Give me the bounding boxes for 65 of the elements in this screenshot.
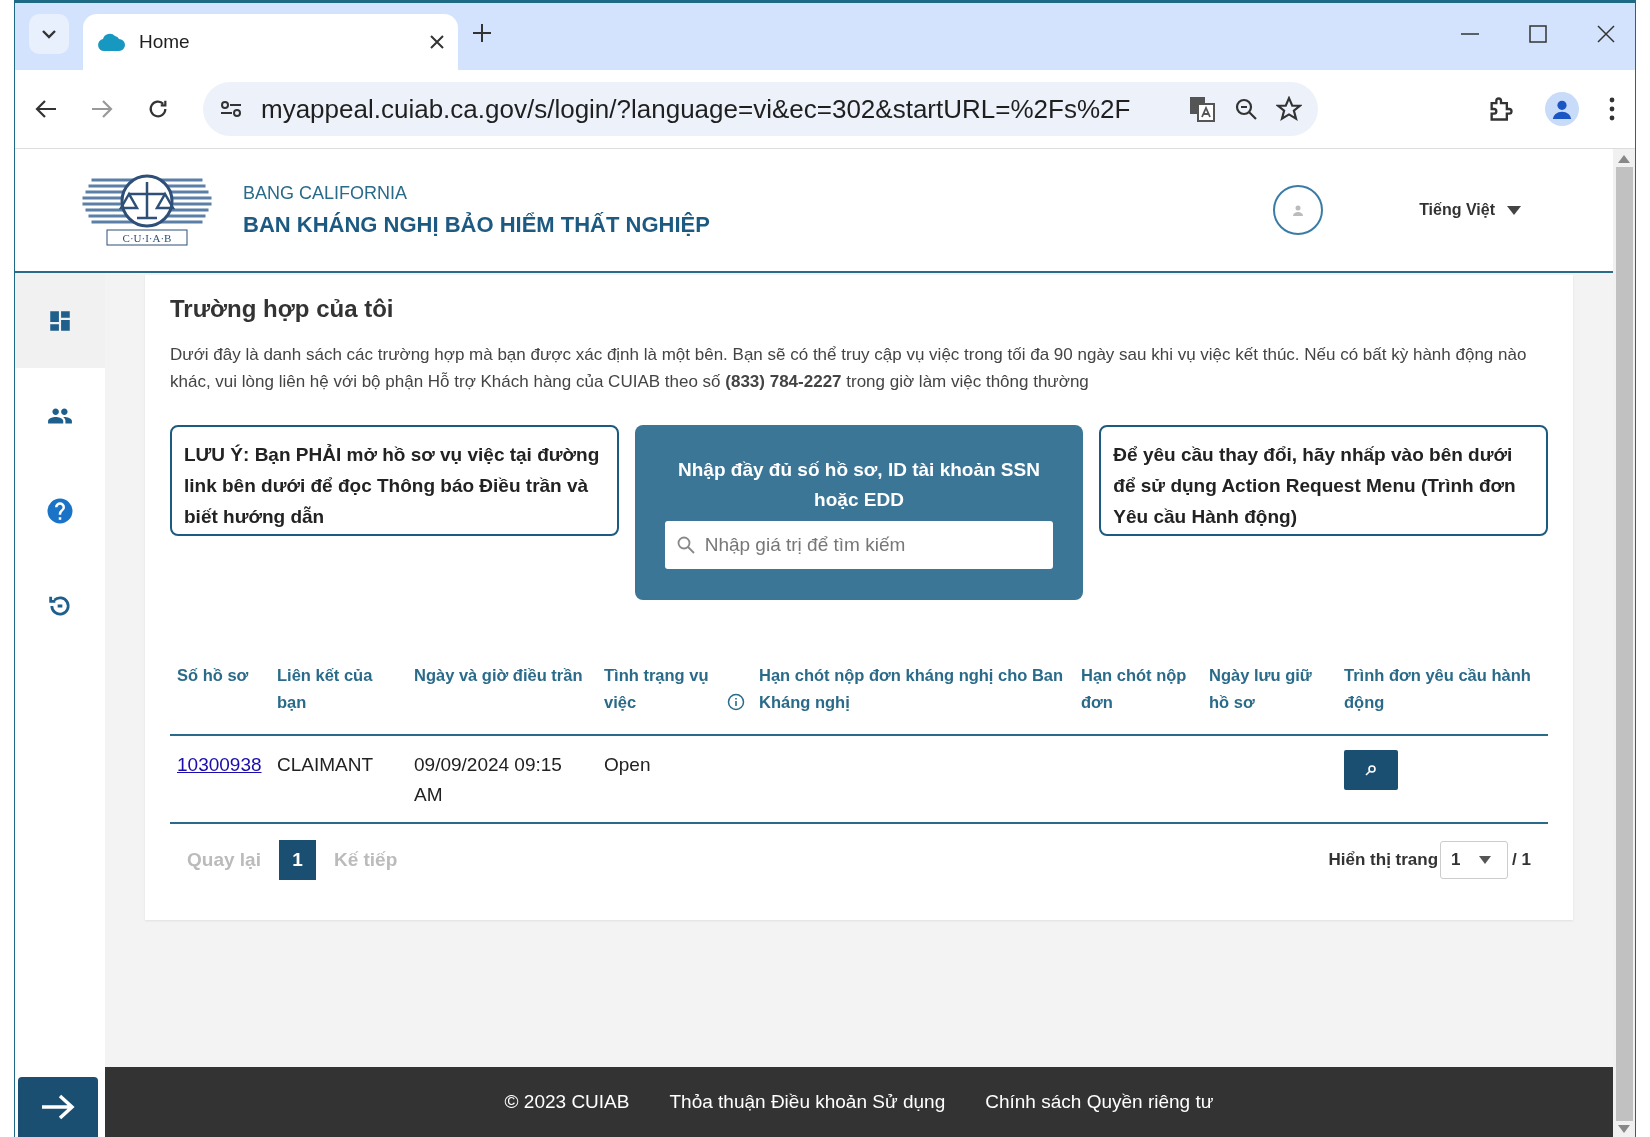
notice-box: Để yêu cầu thay đổi, hãy nhấp vào bên dưới để sử dụng Action Request Menu (Trình đơn Yêu cầu Hành động) — [1099, 425, 1548, 536]
profile-avatar[interactable] — [1545, 92, 1579, 126]
scroll-down-icon[interactable] — [1618, 1125, 1630, 1133]
cloud-icon — [97, 32, 125, 52]
column-header: Tình trạng vụ việc — [604, 665, 710, 713]
page-label: Hiển thị trang — [1328, 850, 1439, 870]
page-title: Trường hợp của tôi — [170, 295, 395, 323]
forward-icon[interactable] — [91, 99, 113, 119]
search-title: Nhập đầy đủ số hồ sơ, ID tài khoản SSN hoặc EDD — [677, 458, 1041, 512]
column-header: Ngày lưu giữ hồ sơ — [1209, 665, 1313, 713]
new-tab-icon[interactable] — [472, 22, 492, 43]
chevron-down-icon — [41, 28, 57, 39]
search-icon — [676, 536, 695, 554]
table-cell: 09/09/2024 09:15 AM — [414, 754, 562, 805]
agency-name: BAN KHÁNG NGHỊ BẢO HIỂM THẤT NGHIỆP — [243, 211, 710, 238]
close-icon[interactable] — [430, 35, 444, 49]
table-cell: CLAIMANT — [277, 754, 374, 775]
maximize-icon[interactable] — [1529, 24, 1547, 43]
language-selector[interactable]: Tiếng Việt — [1419, 201, 1521, 219]
arrow-right-icon — [40, 1093, 76, 1121]
footer-link[interactable]: Thỏa thuận Điều khoản Sử dụng — [669, 1091, 946, 1113]
search-field[interactable]: Nhập giá trị để tìm kiếm — [664, 521, 1054, 569]
page-button[interactable]: 1 — [278, 840, 316, 880]
back-icon[interactable] — [35, 99, 57, 119]
menu-icon[interactable] — [1609, 97, 1615, 121]
footer-link[interactable]: Chính sách Quyền riêng tư — [985, 1091, 1214, 1113]
caret-icon — [1507, 205, 1521, 215]
expand-button[interactable] — [18, 1077, 98, 1137]
scrollbar[interactable] — [1613, 149, 1635, 1137]
translate-icon[interactable] — [1188, 95, 1216, 123]
page-select[interactable]: 1 — [1440, 841, 1509, 879]
person-icon — [1551, 98, 1573, 120]
reload-icon[interactable] — [147, 98, 169, 120]
scroll-up-icon[interactable] — [1618, 155, 1630, 163]
page-total: / 1 — [1512, 850, 1531, 870]
scrollbar-thumb[interactable] — [1615, 167, 1633, 1121]
column-header: Trình đơn yêu cầu hành động — [1344, 665, 1532, 713]
site-settings-icon[interactable] — [219, 99, 243, 119]
address-bar[interactable]: myappeal.cuiab.ca.gov/s/login/?language=vi&ec=302&startURL=%2Fs%2F — [203, 82, 1318, 136]
zoom-icon[interactable] — [1234, 97, 1258, 121]
column-header: Số hồ sơ — [177, 665, 249, 686]
search-input[interactable]: Nhập giá trị để tìm kiếm — [702, 533, 1042, 557]
scales-logo: C·U·I·A·B — [77, 172, 217, 248]
sidebar-item[interactable] — [15, 273, 105, 368]
info-icon[interactable] — [727, 693, 745, 711]
notice-box: LƯU Ý: Bạn PHẢI mở hồ sơ vụ việc tại đường link bên dưới để đọc Thông báo Điều trần và biết hướng dẫn — [170, 425, 619, 536]
state-name: BANG CALIFORNIA — [243, 182, 409, 204]
tab-title: Home — [139, 31, 191, 53]
column-header: Hạn chót nộp đơn kháng nghị cho Ban Kháng nghị — [759, 665, 1065, 713]
user-avatar[interactable] — [1273, 185, 1324, 235]
action-menu-button[interactable] — [1344, 750, 1398, 790]
caret-icon — [1478, 856, 1491, 864]
tab-list-button[interactable] — [29, 13, 69, 54]
intro-text: Dưới đây là danh sách các trường hợp mà bạn được xác định là một bên. Bạn sẽ có thể truy cập vụ việc trong tối đa 90 ngày sau khi vụ việc kết thúc. Nếu có bất kỳ hành động nào khác, vui lòng liên hệ với bộ phận Hỗ trợ Khách hàng của CUIAB theo số (833) 784-2227 trong giờ làm việc thông thường — [170, 344, 1528, 393]
footer-link[interactable]: © 2023 CUIAB — [504, 1091, 630, 1113]
url-text: myappeal.cuiab.ca.gov/s/login/?language=vi&ec=302&startURL=%2Fs%2F — [261, 93, 1132, 125]
close-icon[interactable] — [1597, 24, 1615, 43]
star-icon[interactable] — [1276, 96, 1302, 122]
column-header: Ngày và giờ điều trần — [414, 665, 583, 686]
column-header: Liên kết của bạn — [277, 665, 374, 713]
table-cell: Open — [604, 754, 651, 775]
column-header: Hạn chót nộp đơn — [1081, 665, 1188, 713]
case-number-link[interactable]: 10300938 — [177, 754, 262, 775]
browser-tab[interactable]: Home — [83, 14, 458, 70]
person-icon — [1292, 204, 1305, 216]
